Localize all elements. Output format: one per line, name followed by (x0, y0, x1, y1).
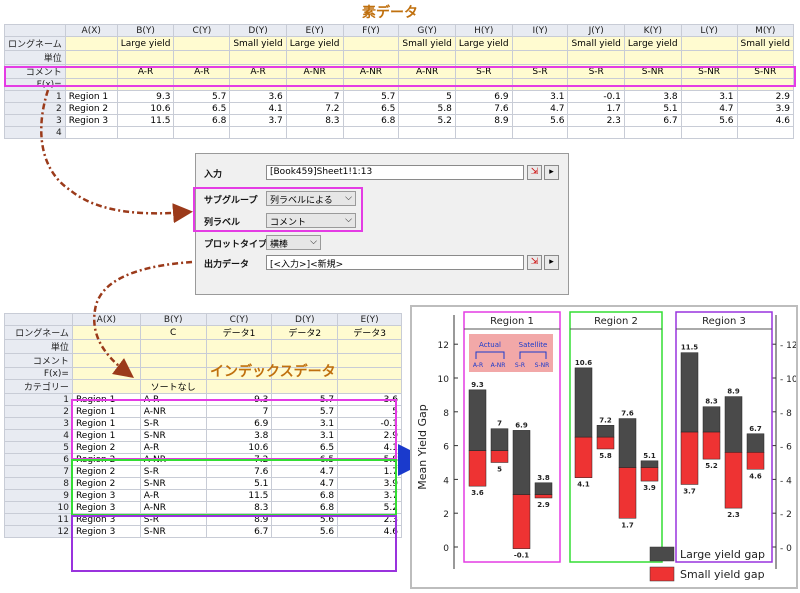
bar-small (574, 436, 593, 478)
bar-large (534, 482, 553, 495)
data-label-top: 9.3 (471, 381, 484, 389)
bar-small (746, 452, 765, 470)
bar-large (618, 418, 637, 468)
data-label-bottom: 2.9 (537, 501, 550, 509)
data-label-top: 10.6 (575, 359, 592, 367)
region-title: Region 3 (702, 316, 746, 327)
data-label-top: 11.5 (681, 344, 698, 352)
data-label-bottom: 4.1 (577, 481, 590, 489)
data-label-bottom: 1.7 (621, 521, 634, 529)
data-label-top: 8.3 (705, 398, 718, 406)
bar-large (724, 396, 743, 453)
region-title: Region 2 (594, 316, 638, 327)
y-tick-label: 4 (443, 476, 449, 486)
data-label-top: 3.8 (537, 474, 550, 482)
chart-panel: 0 - 0 2 - 2 4 - 4 6 - 6 8 - 8 10 - 10 12 - 12 Mean Yie… (410, 305, 798, 589)
bar-small (490, 450, 509, 463)
data-label-top: 8.9 (727, 388, 740, 396)
y-tick-label: 0 (443, 544, 449, 554)
y-tick-label-right: - 10 (780, 375, 796, 385)
y-tick-label: 6 (443, 443, 449, 453)
bar-large (512, 430, 531, 495)
legend-label: Small yield gap (680, 568, 765, 581)
region-title: Region 1 (490, 316, 534, 327)
inset-actual: Actual (479, 341, 501, 349)
y-tick-label-right: - 0 (780, 544, 792, 554)
bar-large (468, 389, 487, 451)
y-tick-label: 2 (443, 510, 449, 520)
data-label-bottom: 3.7 (683, 487, 696, 495)
bar-large (490, 428, 509, 451)
y-tick-label-right: - 6 (780, 443, 792, 453)
data-label-top: 6.9 (515, 421, 528, 429)
y-tick-label: 10 (438, 375, 450, 385)
inset-satellite: Satellite (519, 341, 548, 349)
data-label-bottom: 3.6 (471, 489, 484, 497)
bar-large (746, 433, 765, 453)
data-label-bottom: -0.1 (514, 552, 529, 560)
data-label-top: 5.1 (643, 452, 656, 460)
bar-small (618, 467, 637, 519)
bar-small (534, 494, 553, 499)
y-tick-label: 12 (438, 341, 449, 351)
bar-large (702, 406, 721, 433)
y-tick-label: 8 (443, 409, 449, 419)
data-label-bottom: 5.2 (705, 462, 718, 470)
bar-large (640, 460, 659, 468)
data-label-bottom: 5 (497, 466, 502, 474)
bar-small (596, 436, 615, 450)
bar-small (724, 452, 743, 509)
bar-small (468, 450, 487, 487)
data-label-top: 6.7 (749, 425, 762, 433)
y-tick-label-right: - 2 (780, 510, 792, 520)
bar-small (702, 431, 721, 460)
data-label-bottom: 5.8 (599, 452, 612, 460)
data-label-top: 7.6 (621, 410, 634, 418)
data-label-bottom: 3.9 (643, 484, 656, 492)
data-label-top: 7 (497, 420, 502, 428)
y-tick-label-right: - 4 (780, 476, 792, 486)
bar-large (596, 425, 615, 438)
y-axis-label: Mean Yield Gap (416, 404, 429, 489)
inset-label: A-R (473, 362, 483, 369)
legend-swatch (649, 566, 675, 582)
data-label-bottom: 4.6 (749, 472, 762, 480)
data-label-top: 7.2 (599, 416, 612, 424)
bar-small (680, 431, 699, 485)
y-tick-label-right: - 12 (780, 341, 796, 351)
bar-small (512, 494, 531, 549)
inset-label: S-NR (535, 362, 550, 369)
legend-label: Large yield gap (680, 548, 765, 561)
inset-label: S-R (515, 362, 525, 369)
bar-small (640, 467, 659, 482)
legend-swatch (649, 546, 675, 562)
y-tick-label-right: - 8 (780, 409, 792, 419)
bar-large (574, 367, 593, 438)
bar-large (680, 352, 699, 433)
yield-gap-chart: 0 - 0 2 - 2 4 - 4 6 - 6 8 - 8 10 - 10 12 - 12 Mean Yie… (416, 311, 798, 582)
data-label-bottom: 2.3 (727, 511, 740, 519)
inset-label: A-NR (491, 362, 506, 369)
